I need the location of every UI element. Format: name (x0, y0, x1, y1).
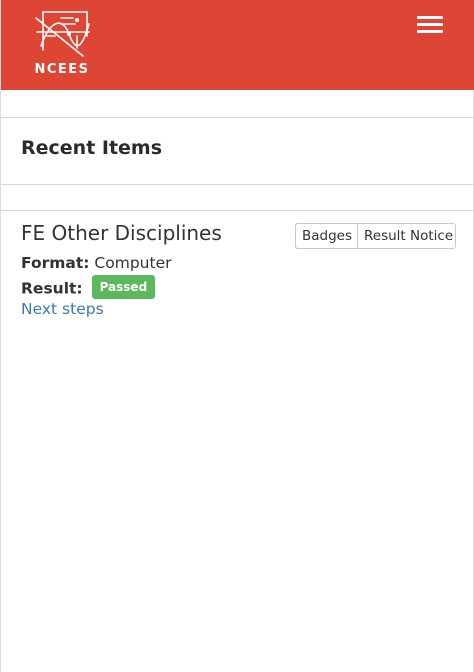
divider (1, 210, 474, 211)
ncees-logo[interactable]: NCEES (31, 6, 95, 84)
format-row: Format: Computer (21, 254, 171, 272)
item-action-buttons: Badges Result Notice (295, 223, 456, 249)
section-heading: Recent Items (21, 137, 163, 159)
hamburger-line (417, 23, 443, 26)
result-status-badge: Passed (91, 275, 156, 299)
hamburger-line (417, 16, 443, 19)
format-label: Format: (21, 254, 90, 272)
divider (1, 117, 474, 118)
hamburger-menu-icon[interactable] (413, 12, 447, 38)
top-navigation-bar: NCEES (1, 0, 474, 90)
format-value: Computer (94, 254, 172, 272)
result-row: Result: Passed (21, 275, 156, 301)
hamburger-line (417, 30, 443, 33)
badges-button[interactable]: Badges (295, 223, 358, 249)
next-steps-link[interactable]: Next steps (21, 300, 104, 318)
result-notice-button[interactable]: Result Notice (358, 223, 456, 249)
page: NCEES Recent Items FE Other Disciplines … (0, 0, 474, 672)
result-label: Result: (21, 279, 83, 298)
brand-name: NCEES (34, 62, 90, 77)
divider (1, 184, 474, 185)
exam-title: FE Other Disciplines (21, 221, 222, 245)
ncees-logo-icon (35, 11, 90, 57)
